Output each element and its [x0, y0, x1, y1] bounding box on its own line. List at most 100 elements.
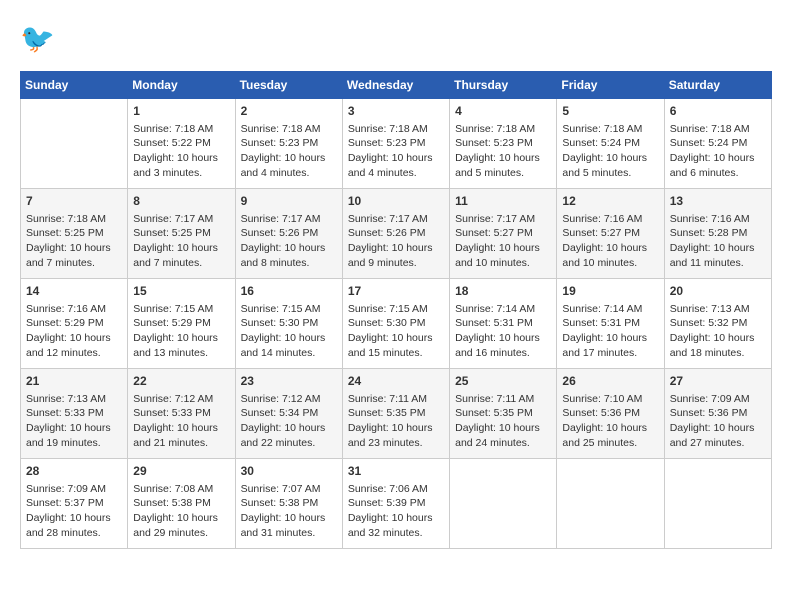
calendar-cell: 3Sunrise: 7:18 AMSunset: 5:23 PMDaylight…: [342, 99, 449, 189]
calendar-cell: 16 Sunrise: 7:15 AMSunset: 5:30 PMDayligh…: [235, 279, 342, 369]
day-number: 4: [455, 103, 551, 120]
day-number: 9: [241, 193, 337, 210]
day-number: 12: [562, 193, 658, 210]
day-info: Sunrise: 7:18 AMSunset: 5:23 PMDaylight:…: [348, 122, 444, 181]
svg-text:🐦: 🐦: [20, 23, 55, 54]
day-info: Sunrise: 7:13 AMSunset: 5:33 PMDaylight:…: [26, 392, 122, 451]
day-info: Sunrise: 7:09 AMSunset: 5:36 PMDaylight:…: [670, 392, 766, 451]
day-info: Sunrise: 7:12 AMSunset: 5:33 PMDaylight:…: [133, 392, 229, 451]
day-info: Sunrise: 7:18 AMSunset: 5:22 PMDaylight:…: [133, 122, 229, 181]
header-wednesday: Wednesday: [342, 72, 449, 99]
day-number: 31: [348, 463, 444, 480]
calendar-cell: 19 Sunrise: 7:14 AMSunset: 5:31 PMDayligh…: [557, 279, 664, 369]
day-number: 6: [670, 103, 766, 120]
day-info: Sunrise: 7:18 AMSunset: 5:23 PMDaylight:…: [241, 122, 337, 181]
logo-icon: 🐦: [20, 20, 56, 61]
day-number: 10: [348, 193, 444, 210]
day-info: Sunrise: 7:18 AMSunset: 5:25 PMDaylight:…: [26, 212, 122, 271]
day-info: Sunrise: 7:11 AMSunset: 5:35 PMDaylight:…: [455, 392, 551, 451]
header-friday: Friday: [557, 72, 664, 99]
day-info: Sunrise: 7:18 AMSunset: 5:24 PMDaylight:…: [670, 122, 766, 181]
day-info: Sunrise: 7:15 AMSunset: 5:30 PMDaylight:…: [241, 302, 337, 361]
calendar-table: SundayMondayTuesdayWednesdayThursdayFrid…: [20, 71, 772, 549]
day-number: 13: [670, 193, 766, 210]
day-info: Sunrise: 7:14 AMSunset: 5:31 PMDaylight:…: [562, 302, 658, 361]
day-info: Sunrise: 7:18 AMSunset: 5:23 PMDaylight:…: [455, 122, 551, 181]
day-info: Sunrise: 7:06 AMSunset: 5:39 PMDaylight:…: [348, 482, 444, 541]
day-info: Sunrise: 7:17 AMSunset: 5:25 PMDaylight:…: [133, 212, 229, 271]
calendar-cell: 2Sunrise: 7:18 AMSunset: 5:23 PMDaylight…: [235, 99, 342, 189]
calendar-cell: 20 Sunrise: 7:13 AMSunset: 5:32 PMDayligh…: [664, 279, 771, 369]
page-header: 🐦: [20, 20, 772, 61]
day-number: 29: [133, 463, 229, 480]
calendar-cell: 30Sunrise: 7:07 AMSunset: 5:38 PMDayligh…: [235, 459, 342, 549]
calendar-cell: 23Sunrise: 7:12 AMSunset: 5:34 PMDayligh…: [235, 369, 342, 459]
calendar-cell: 14 Sunrise: 7:16 AMSunset: 5:29 PMDayligh…: [21, 279, 128, 369]
day-info: Sunrise: 7:13 AMSunset: 5:32 PMDaylight:…: [670, 302, 766, 361]
day-info: Sunrise: 7:15 AMSunset: 5:30 PMDaylight:…: [348, 302, 444, 361]
day-info: Sunrise: 7:16 AMSunset: 5:29 PMDaylight:…: [26, 302, 122, 361]
day-number: 26: [562, 373, 658, 390]
day-number: 30: [241, 463, 337, 480]
day-info: Sunrise: 7:14 AMSunset: 5:31 PMDaylight:…: [455, 302, 551, 361]
week-row-5: 28 Sunrise: 7:09 AMSunset: 5:37 PMDayligh…: [21, 459, 772, 549]
header-thursday: Thursday: [450, 72, 557, 99]
calendar-cell: 5 Sunrise: 7:18 AMSunset: 5:24 PMDaylight…: [557, 99, 664, 189]
calendar-cell: 22Sunrise: 7:12 AMSunset: 5:33 PMDayligh…: [128, 369, 235, 459]
day-info: Sunrise: 7:17 AMSunset: 5:27 PMDaylight:…: [455, 212, 551, 271]
calendar-cell: 31 Sunrise: 7:06 AMSunset: 5:39 PMDayligh…: [342, 459, 449, 549]
calendar-cell: [557, 459, 664, 549]
day-number: 19: [562, 283, 658, 300]
day-number: 18: [455, 283, 551, 300]
calendar-cell: 28 Sunrise: 7:09 AMSunset: 5:37 PMDayligh…: [21, 459, 128, 549]
day-number: 16: [241, 283, 337, 300]
day-info: Sunrise: 7:16 AMSunset: 5:28 PMDaylight:…: [670, 212, 766, 271]
header-saturday: Saturday: [664, 72, 771, 99]
calendar-cell: [664, 459, 771, 549]
day-info: Sunrise: 7:09 AMSunset: 5:37 PMDaylight:…: [26, 482, 122, 541]
day-info: Sunrise: 7:16 AMSunset: 5:27 PMDaylight:…: [562, 212, 658, 271]
header-row: SundayMondayTuesdayWednesdayThursdayFrid…: [21, 72, 772, 99]
day-number: 17: [348, 283, 444, 300]
calendar-cell: 13 Sunrise: 7:16 AMSunset: 5:28 PMDayligh…: [664, 189, 771, 279]
calendar-cell: 26Sunrise: 7:10 AMSunset: 5:36 PMDayligh…: [557, 369, 664, 459]
calendar-cell: 6 Sunrise: 7:18 AMSunset: 5:24 PMDaylight…: [664, 99, 771, 189]
day-number: 14: [26, 283, 122, 300]
day-number: 25: [455, 373, 551, 390]
calendar-cell: 12 Sunrise: 7:16 AMSunset: 5:27 PMDayligh…: [557, 189, 664, 279]
day-number: 8: [133, 193, 229, 210]
calendar-cell: 8 Sunrise: 7:17 AMSunset: 5:25 PMDaylight…: [128, 189, 235, 279]
day-info: Sunrise: 7:17 AMSunset: 5:26 PMDaylight:…: [348, 212, 444, 271]
calendar-cell: [21, 99, 128, 189]
day-info: Sunrise: 7:18 AMSunset: 5:24 PMDaylight:…: [562, 122, 658, 181]
week-row-4: 21 Sunrise: 7:13 AMSunset: 5:33 PMDayligh…: [21, 369, 772, 459]
day-number: 1: [133, 103, 229, 120]
day-number: 24: [348, 373, 444, 390]
day-info: Sunrise: 7:15 AMSunset: 5:29 PMDaylight:…: [133, 302, 229, 361]
day-info: Sunrise: 7:11 AMSunset: 5:35 PMDaylight:…: [348, 392, 444, 451]
logo: 🐦: [20, 20, 60, 61]
week-row-2: 7Sunrise: 7:18 AMSunset: 5:25 PMDaylight…: [21, 189, 772, 279]
calendar-cell: 10 Sunrise: 7:17 AMSunset: 5:26 PMDayligh…: [342, 189, 449, 279]
calendar-cell: 9Sunrise: 7:17 AMSunset: 5:26 PMDaylight…: [235, 189, 342, 279]
day-number: 5: [562, 103, 658, 120]
week-row-3: 14 Sunrise: 7:16 AMSunset: 5:29 PMDayligh…: [21, 279, 772, 369]
calendar-cell: 27 Sunrise: 7:09 AMSunset: 5:36 PMDayligh…: [664, 369, 771, 459]
day-number: 23: [241, 373, 337, 390]
calendar-cell: [450, 459, 557, 549]
header-monday: Monday: [128, 72, 235, 99]
calendar-cell: 15 Sunrise: 7:15 AMSunset: 5:29 PMDayligh…: [128, 279, 235, 369]
day-number: 28: [26, 463, 122, 480]
calendar-cell: 18 Sunrise: 7:14 AMSunset: 5:31 PMDayligh…: [450, 279, 557, 369]
calendar-cell: 4 Sunrise: 7:18 AMSunset: 5:23 PMDaylight…: [450, 99, 557, 189]
day-number: 21: [26, 373, 122, 390]
header-tuesday: Tuesday: [235, 72, 342, 99]
day-number: 15: [133, 283, 229, 300]
day-number: 27: [670, 373, 766, 390]
calendar-cell: 25 Sunrise: 7:11 AMSunset: 5:35 PMDayligh…: [450, 369, 557, 459]
calendar-cell: 11 Sunrise: 7:17 AMSunset: 5:27 PMDayligh…: [450, 189, 557, 279]
day-number: 11: [455, 193, 551, 210]
calendar-cell: 21 Sunrise: 7:13 AMSunset: 5:33 PMDayligh…: [21, 369, 128, 459]
day-number: 20: [670, 283, 766, 300]
header-sunday: Sunday: [21, 72, 128, 99]
